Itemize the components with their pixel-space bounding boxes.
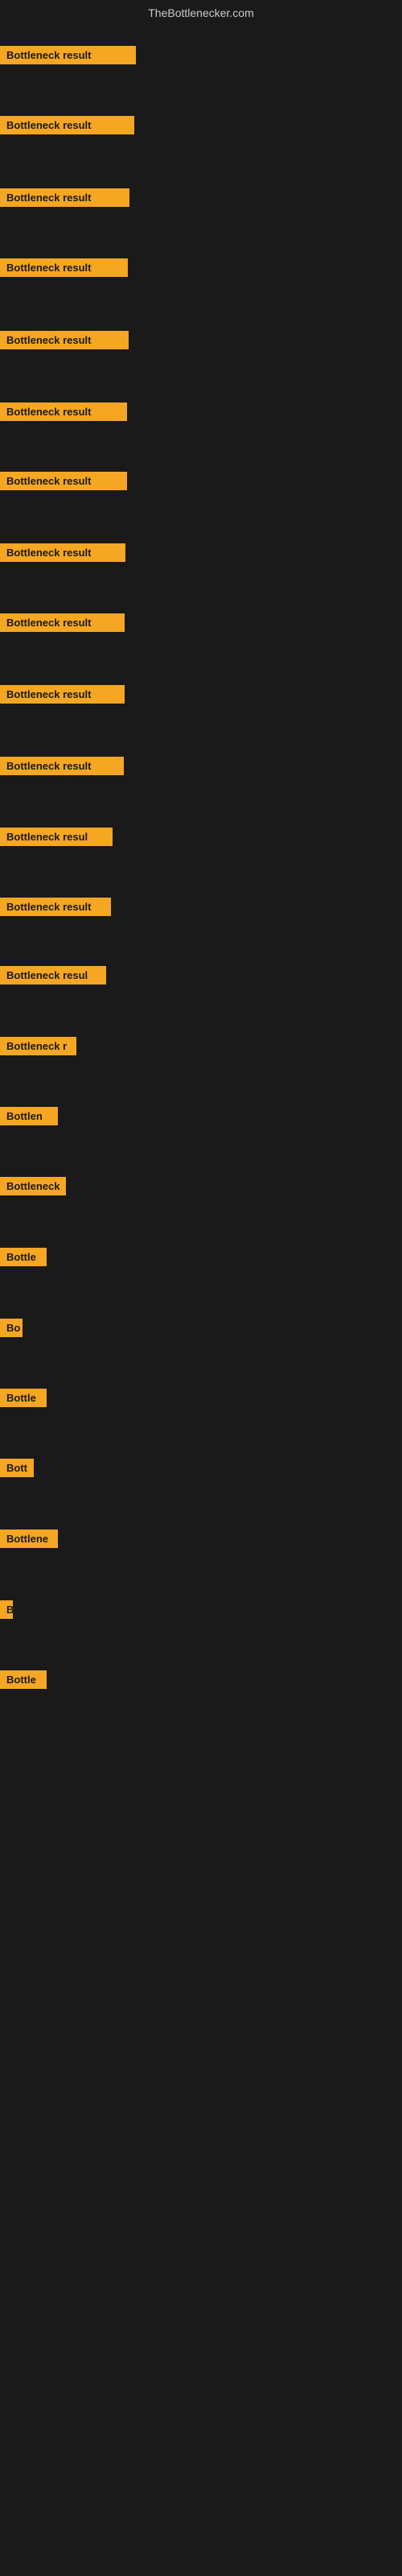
bottleneck-result-item[interactable]: B: [0, 1600, 13, 1623]
bottleneck-badge: Bott: [0, 1459, 34, 1477]
bottleneck-badge: Bottleneck result: [0, 46, 136, 64]
bottleneck-result-item[interactable]: Bottleneck result: [0, 685, 125, 708]
bottleneck-result-item[interactable]: Bottleneck: [0, 1177, 66, 1199]
bottleneck-result-item[interactable]: Bottleneck result: [0, 898, 111, 920]
bottleneck-badge: Bottleneck result: [0, 472, 127, 490]
bottleneck-badge: Bottleneck result: [0, 188, 129, 207]
bottleneck-badge: Bottlen: [0, 1107, 58, 1125]
bottleneck-result-item[interactable]: Bottleneck result: [0, 613, 125, 636]
bottleneck-badge: Bottleneck: [0, 1177, 66, 1195]
bottleneck-result-item[interactable]: Bottle: [0, 1670, 47, 1693]
bottleneck-badge: Bottleneck result: [0, 331, 129, 349]
bottleneck-badge: Bottleneck r: [0, 1037, 76, 1055]
bottleneck-badge: Bottleneck result: [0, 757, 124, 775]
bottleneck-result-item[interactable]: Bottlene: [0, 1530, 58, 1552]
site-title: TheBottlenecker.com: [0, 0, 402, 23]
bottleneck-badge: Bottle: [0, 1670, 47, 1689]
bottleneck-result-item[interactable]: Bottleneck result: [0, 402, 127, 425]
bottleneck-badge: Bottleneck resul: [0, 966, 106, 985]
bottleneck-result-item[interactable]: Bottleneck resul: [0, 966, 106, 989]
bottleneck-badge: Bottleneck result: [0, 116, 134, 134]
bottleneck-result-item[interactable]: Bott: [0, 1459, 34, 1481]
bottleneck-badge: Bottle: [0, 1248, 47, 1266]
bottleneck-badge: Bo: [0, 1319, 23, 1337]
bottleneck-result-item[interactable]: Bottleneck result: [0, 46, 136, 68]
bottleneck-badge: B: [0, 1600, 13, 1619]
bottleneck-result-item[interactable]: Bottleneck result: [0, 258, 128, 281]
bottleneck-badge: Bottleneck resul: [0, 828, 113, 846]
bottleneck-badge: Bottleneck result: [0, 685, 125, 704]
bottleneck-result-item[interactable]: Bottlen: [0, 1107, 58, 1129]
bottleneck-result-item[interactable]: Bottleneck r: [0, 1037, 76, 1059]
bottleneck-badge: Bottleneck result: [0, 898, 111, 916]
bottleneck-badge: Bottlene: [0, 1530, 58, 1548]
bottleneck-result-item[interactable]: Bo: [0, 1319, 23, 1341]
bottleneck-result-item[interactable]: Bottleneck result: [0, 543, 125, 566]
bottleneck-result-item[interactable]: Bottle: [0, 1248, 47, 1270]
bottleneck-badge: Bottleneck result: [0, 543, 125, 562]
bottleneck-result-item[interactable]: Bottleneck result: [0, 757, 124, 779]
bottleneck-result-item[interactable]: Bottle: [0, 1389, 47, 1411]
bottleneck-result-item[interactable]: Bottleneck result: [0, 116, 134, 138]
bottleneck-result-item[interactable]: Bottleneck result: [0, 331, 129, 353]
bottleneck-badge: Bottleneck result: [0, 402, 127, 421]
bottleneck-badge: Bottleneck result: [0, 613, 125, 632]
bottleneck-result-item[interactable]: Bottleneck resul: [0, 828, 113, 850]
bottleneck-badge: Bottleneck result: [0, 258, 128, 277]
bottleneck-badge: Bottle: [0, 1389, 47, 1407]
bottleneck-result-item[interactable]: Bottleneck result: [0, 188, 129, 211]
bottleneck-result-item[interactable]: Bottleneck result: [0, 472, 127, 494]
